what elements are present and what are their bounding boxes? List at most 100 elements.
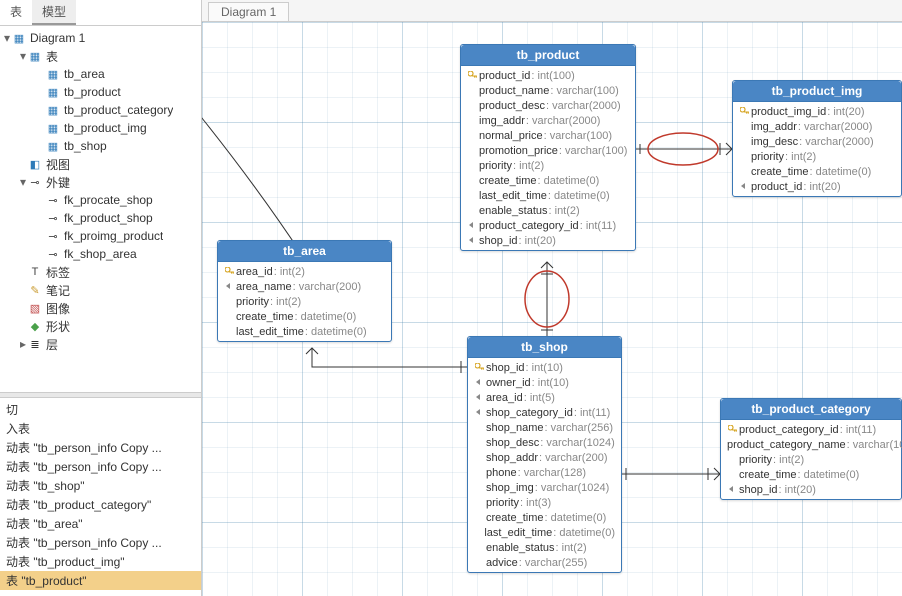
field-type: varchar(100) — [559, 145, 627, 157]
entity-field: create_timedatetime(0) — [721, 467, 901, 482]
tree-table-tb-shop[interactable]: ▦tb_shop — [0, 137, 201, 155]
entity-field: product_idint(100) — [461, 68, 635, 83]
field-type: int(2) — [270, 296, 301, 308]
diagram-icon: ▦ — [12, 31, 26, 45]
field-type: datetime(0) — [548, 190, 610, 202]
tree-images-group[interactable]: ▧图像 — [0, 299, 201, 317]
field-name: shop_category_id — [486, 407, 573, 419]
entity-field: normal_pricevarchar(100) — [461, 128, 635, 143]
tree-table-tb-product[interactable]: ▦tb_product — [0, 83, 201, 101]
field-name: img_desc — [751, 136, 798, 148]
field-name: enable_status — [486, 542, 555, 554]
field-name: product_desc — [479, 100, 545, 112]
tree-table-tb-product-category[interactable]: ▦tb_product_category — [0, 101, 201, 119]
history-item[interactable]: 动表 "tb_person_info Copy ... — [0, 533, 201, 552]
er-canvas[interactable]: tb_areaarea_idint(2)area_namevarchar(200… — [202, 22, 902, 596]
field-name: last_edit_time — [236, 326, 304, 338]
field-type: int(11) — [840, 424, 877, 436]
field-type: int(10) — [532, 377, 569, 389]
tree-views-group[interactable]: ◧ 视图 — [0, 155, 201, 173]
history-item[interactable]: 动表 "tb_area" — [0, 514, 201, 533]
tree-fks-group[interactable]: ▾⊸ 外键 — [0, 173, 201, 191]
tree-shapes-group[interactable]: ◆形状 — [0, 317, 201, 335]
field-name: create_time — [479, 175, 536, 187]
field-name: priority — [739, 454, 772, 466]
field-type: int(3) — [520, 497, 551, 509]
field-type: varchar(100) — [544, 130, 612, 142]
sidebar: 表 模型 ▾▦ Diagram 1 ▾▦ 表 ▦tb_area ▦tb_prod… — [0, 0, 202, 596]
entity-field: promotion_pricevarchar(100) — [461, 143, 635, 158]
field-type: int(2) — [549, 205, 580, 217]
field-name: area_id — [486, 392, 523, 404]
field-name: shop_id — [479, 235, 518, 247]
entity-tb-product-category[interactable]: tb_product_categoryproduct_category_idin… — [720, 398, 902, 500]
field-name: priority — [751, 151, 784, 163]
entity-field: last_edit_timedatetime(0) — [461, 188, 635, 203]
fk-icon: ⊸ — [46, 193, 60, 207]
shape-icon: ◆ — [28, 319, 42, 333]
history-item[interactable]: 动表 "tb_product_category" — [0, 495, 201, 514]
table-icon: ▦ — [46, 103, 60, 117]
field-type: int(20) — [519, 235, 556, 247]
history-item[interactable]: 动表 "tb_product_img" — [0, 552, 201, 571]
entity-title: tb_product_category — [721, 399, 901, 420]
field-type: int(5) — [524, 392, 555, 404]
reference-icon — [467, 221, 479, 231]
fk-group-icon: ⊸ — [28, 175, 42, 189]
tree-notes-group[interactable]: ✎笔记 — [0, 281, 201, 299]
field-type: int(10) — [526, 362, 563, 374]
table-group-icon: ▦ — [28, 49, 42, 63]
history-item[interactable]: 切 — [0, 400, 201, 419]
field-name: create_time — [751, 166, 808, 178]
entity-field: shop_category_idint(11) — [468, 405, 621, 420]
field-type: varchar(2000) — [799, 136, 874, 148]
tree-tables-group[interactable]: ▾▦ 表 — [0, 47, 201, 65]
entity-field: shop_descvarchar(1024) — [468, 435, 621, 450]
primary-key-icon — [727, 425, 739, 435]
sidebar-tab-tables[interactable]: 表 — [0, 0, 32, 25]
history-item[interactable]: 动表 "tb_shop" — [0, 476, 201, 495]
note-icon: ✎ — [28, 283, 42, 297]
field-name: product_id — [751, 181, 802, 193]
tree-tags-group[interactable]: T标签 — [0, 263, 201, 281]
tree-fk-product-shop[interactable]: ⊸fk_product_shop — [0, 209, 201, 227]
field-type: varchar(255) — [519, 557, 587, 569]
field-name: shop_name — [486, 422, 544, 434]
entity-field: product_namevarchar(100) — [461, 83, 635, 98]
reference-icon — [474, 378, 486, 388]
field-name: phone — [486, 467, 517, 479]
entity-title: tb_area — [218, 241, 391, 262]
tree-fk-proimg-product[interactable]: ⊸fk_proimg_product — [0, 227, 201, 245]
entity-title: tb_shop — [468, 337, 621, 358]
primary-key-icon — [224, 267, 236, 277]
entity-tb-product[interactable]: tb_productproduct_idint(100)product_name… — [460, 44, 636, 251]
entity-tb-product-img[interactable]: tb_product_imgproduct_img_idint(20)img_a… — [732, 80, 902, 197]
history-item[interactable]: 表 "tb_product" — [0, 571, 201, 590]
entity-tb-area[interactable]: tb_areaarea_idint(2)area_namevarchar(200… — [217, 240, 392, 342]
tree-table-tb-product-img[interactable]: ▦tb_product_img — [0, 119, 201, 137]
layer-icon: ≣ — [28, 337, 42, 351]
field-type: int(20) — [779, 484, 816, 496]
field-name: product_id — [479, 70, 530, 82]
history-item[interactable]: 入表 — [0, 419, 201, 438]
field-type: datetime(0) — [537, 175, 599, 187]
tree-table-tb-area[interactable]: ▦tb_area — [0, 65, 201, 83]
history-item[interactable]: 动表 "tb_person_info Copy ... — [0, 457, 201, 476]
tree-fk-shop-area[interactable]: ⊸fk_shop_area — [0, 245, 201, 263]
table-icon: ▦ — [46, 85, 60, 99]
entity-tb-shop[interactable]: tb_shopshop_idint(10)owner_idint(10)area… — [467, 336, 622, 573]
entity-field: shop_namevarchar(256) — [468, 420, 621, 435]
tree-diagram[interactable]: ▾▦ Diagram 1 — [0, 29, 201, 47]
canvas-tab-diagram-1[interactable]: Diagram 1 — [208, 2, 289, 21]
history-item[interactable]: 动表 "tb_person_info Copy ... — [0, 438, 201, 457]
entity-field: advicevarchar(255) — [468, 555, 621, 570]
field-name: create_time — [739, 469, 796, 481]
field-type: varchar(100) — [847, 439, 902, 451]
tree-layers-group[interactable]: ▸≣层 — [0, 335, 201, 353]
tree-fk-procate-shop[interactable]: ⊸fk_procate_shop — [0, 191, 201, 209]
sidebar-tab-model[interactable]: 模型 — [32, 0, 76, 25]
entity-field: create_timedatetime(0) — [733, 164, 901, 179]
entity-field: product_idint(20) — [733, 179, 901, 194]
field-type: int(11) — [580, 220, 617, 232]
history-panel: 切入表动表 "tb_person_info Copy ...动表 "tb_per… — [0, 398, 201, 596]
